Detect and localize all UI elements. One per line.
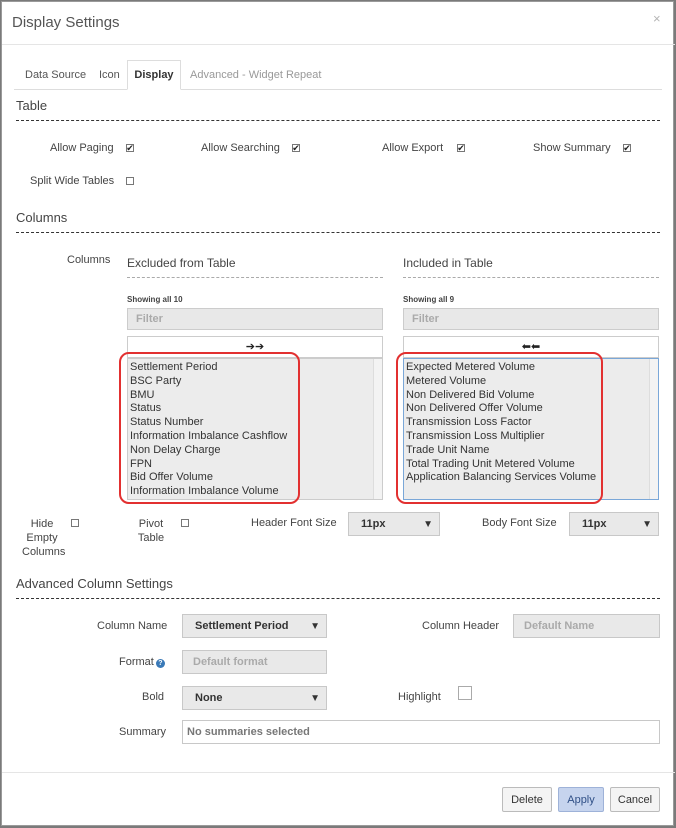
annotation-highlight-excluded	[119, 352, 300, 504]
excluded-title: Excluded from Table	[127, 256, 236, 270]
dialog-title: Display Settings	[12, 14, 120, 31]
format-label: Format?	[119, 656, 165, 668]
show-summary-checkbox[interactable]: ✔	[623, 144, 631, 153]
header-font-size-value: 11px	[361, 518, 386, 530]
show-summary-label: Show Summary	[533, 142, 611, 154]
tab-icon[interactable]: Icon	[99, 69, 120, 81]
cancel-button[interactable]: Cancel	[610, 787, 660, 812]
pivot-table-line2: Table	[137, 532, 165, 544]
chevron-down-icon: ▼	[642, 518, 652, 530]
hide-empty-columns-line3: Columns	[22, 546, 66, 558]
allow-paging-checkbox[interactable]: ✔	[126, 144, 134, 153]
header-font-size-label: Header Font Size	[251, 517, 337, 529]
highlight-checkbox[interactable]	[458, 686, 472, 700]
body-font-size-label: Body Font Size	[482, 517, 557, 529]
column-name-select[interactable]: Settlement Period ▼	[182, 614, 327, 638]
summary-input[interactable]: No summaries selected	[182, 720, 660, 744]
annotation-highlight-included	[396, 352, 603, 504]
allow-export-checkbox[interactable]: ✔	[457, 144, 465, 153]
hide-empty-columns-checkbox[interactable]	[71, 519, 79, 527]
format-input[interactable]: Default format	[182, 650, 327, 674]
allow-searching-label: Allow Searching	[201, 142, 280, 154]
footer-divider	[2, 772, 675, 773]
excluded-scrollbar[interactable]	[373, 359, 382, 499]
chevron-down-icon: ▼	[310, 620, 320, 632]
format-label-text: Format	[119, 656, 154, 668]
columns-section-title: Columns	[16, 210, 68, 225]
bold-select[interactable]: None ▼	[182, 686, 327, 710]
body-font-size-select[interactable]: 11px ▼	[569, 512, 659, 536]
included-scrollbar[interactable]	[649, 359, 658, 499]
pivot-table-checkbox[interactable]	[181, 519, 189, 527]
advanced-section-divider	[16, 598, 660, 599]
display-settings-dialog: Display Settings × Data Source Icon Disp…	[1, 1, 675, 826]
split-wide-tables-checkbox[interactable]	[126, 177, 134, 185]
apply-button[interactable]: Apply	[558, 787, 604, 812]
chevron-down-icon: ▼	[310, 692, 320, 704]
columns-label: Columns	[67, 254, 111, 266]
column-name-label: Column Name	[97, 620, 168, 632]
included-divider	[403, 277, 659, 278]
split-wide-tables-label: Split Wide Tables	[30, 175, 115, 187]
allow-export-label: Allow Export	[382, 142, 444, 154]
included-count: Showing all 9	[403, 295, 455, 304]
excluded-count: Showing all 10	[127, 295, 183, 304]
header-divider	[2, 44, 675, 45]
column-header-label: Column Header	[422, 620, 500, 632]
column-header-input[interactable]: Default Name	[513, 614, 660, 638]
included-filter-input[interactable]: Filter	[403, 308, 659, 330]
delete-button[interactable]: Delete	[502, 787, 552, 812]
tab-advanced-widget-repeat[interactable]: Advanced - Widget Repeat	[190, 69, 321, 81]
header-font-size-select[interactable]: 11px ▼	[348, 512, 440, 536]
hide-empty-columns-line2: Empty	[26, 532, 58, 544]
summary-label: Summary	[119, 726, 167, 738]
hide-empty-columns-label: Hide Empty Columns	[22, 517, 66, 559]
column-name-value: Settlement Period	[195, 620, 289, 632]
pivot-table-line1: Pivot	[138, 518, 164, 530]
excluded-filter-input[interactable]: Filter	[127, 308, 383, 330]
highlight-label: Highlight	[398, 691, 441, 703]
bold-label: Bold	[142, 691, 165, 703]
bold-value: None	[195, 692, 223, 704]
table-section-divider	[16, 120, 660, 121]
allow-paging-label: Allow Paging	[50, 142, 114, 154]
chevron-down-icon: ▼	[423, 518, 433, 530]
advanced-section-title: Advanced Column Settings	[16, 576, 173, 591]
excluded-divider	[127, 277, 383, 278]
close-icon[interactable]: ×	[653, 11, 661, 26]
tab-data-source[interactable]: Data Source	[25, 69, 86, 81]
tab-display[interactable]: Display	[127, 60, 181, 90]
pivot-table-label: Pivot Table	[134, 517, 168, 545]
columns-section-divider	[16, 232, 660, 233]
included-title: Included in Table	[403, 256, 493, 270]
hide-empty-columns-line1: Hide	[30, 518, 54, 530]
tabs-divider	[14, 89, 662, 90]
body-font-size-value: 11px	[582, 518, 607, 530]
table-section-title: Table	[16, 98, 48, 113]
help-icon[interactable]: ?	[155, 659, 165, 668]
allow-searching-checkbox[interactable]: ✔	[292, 144, 300, 153]
